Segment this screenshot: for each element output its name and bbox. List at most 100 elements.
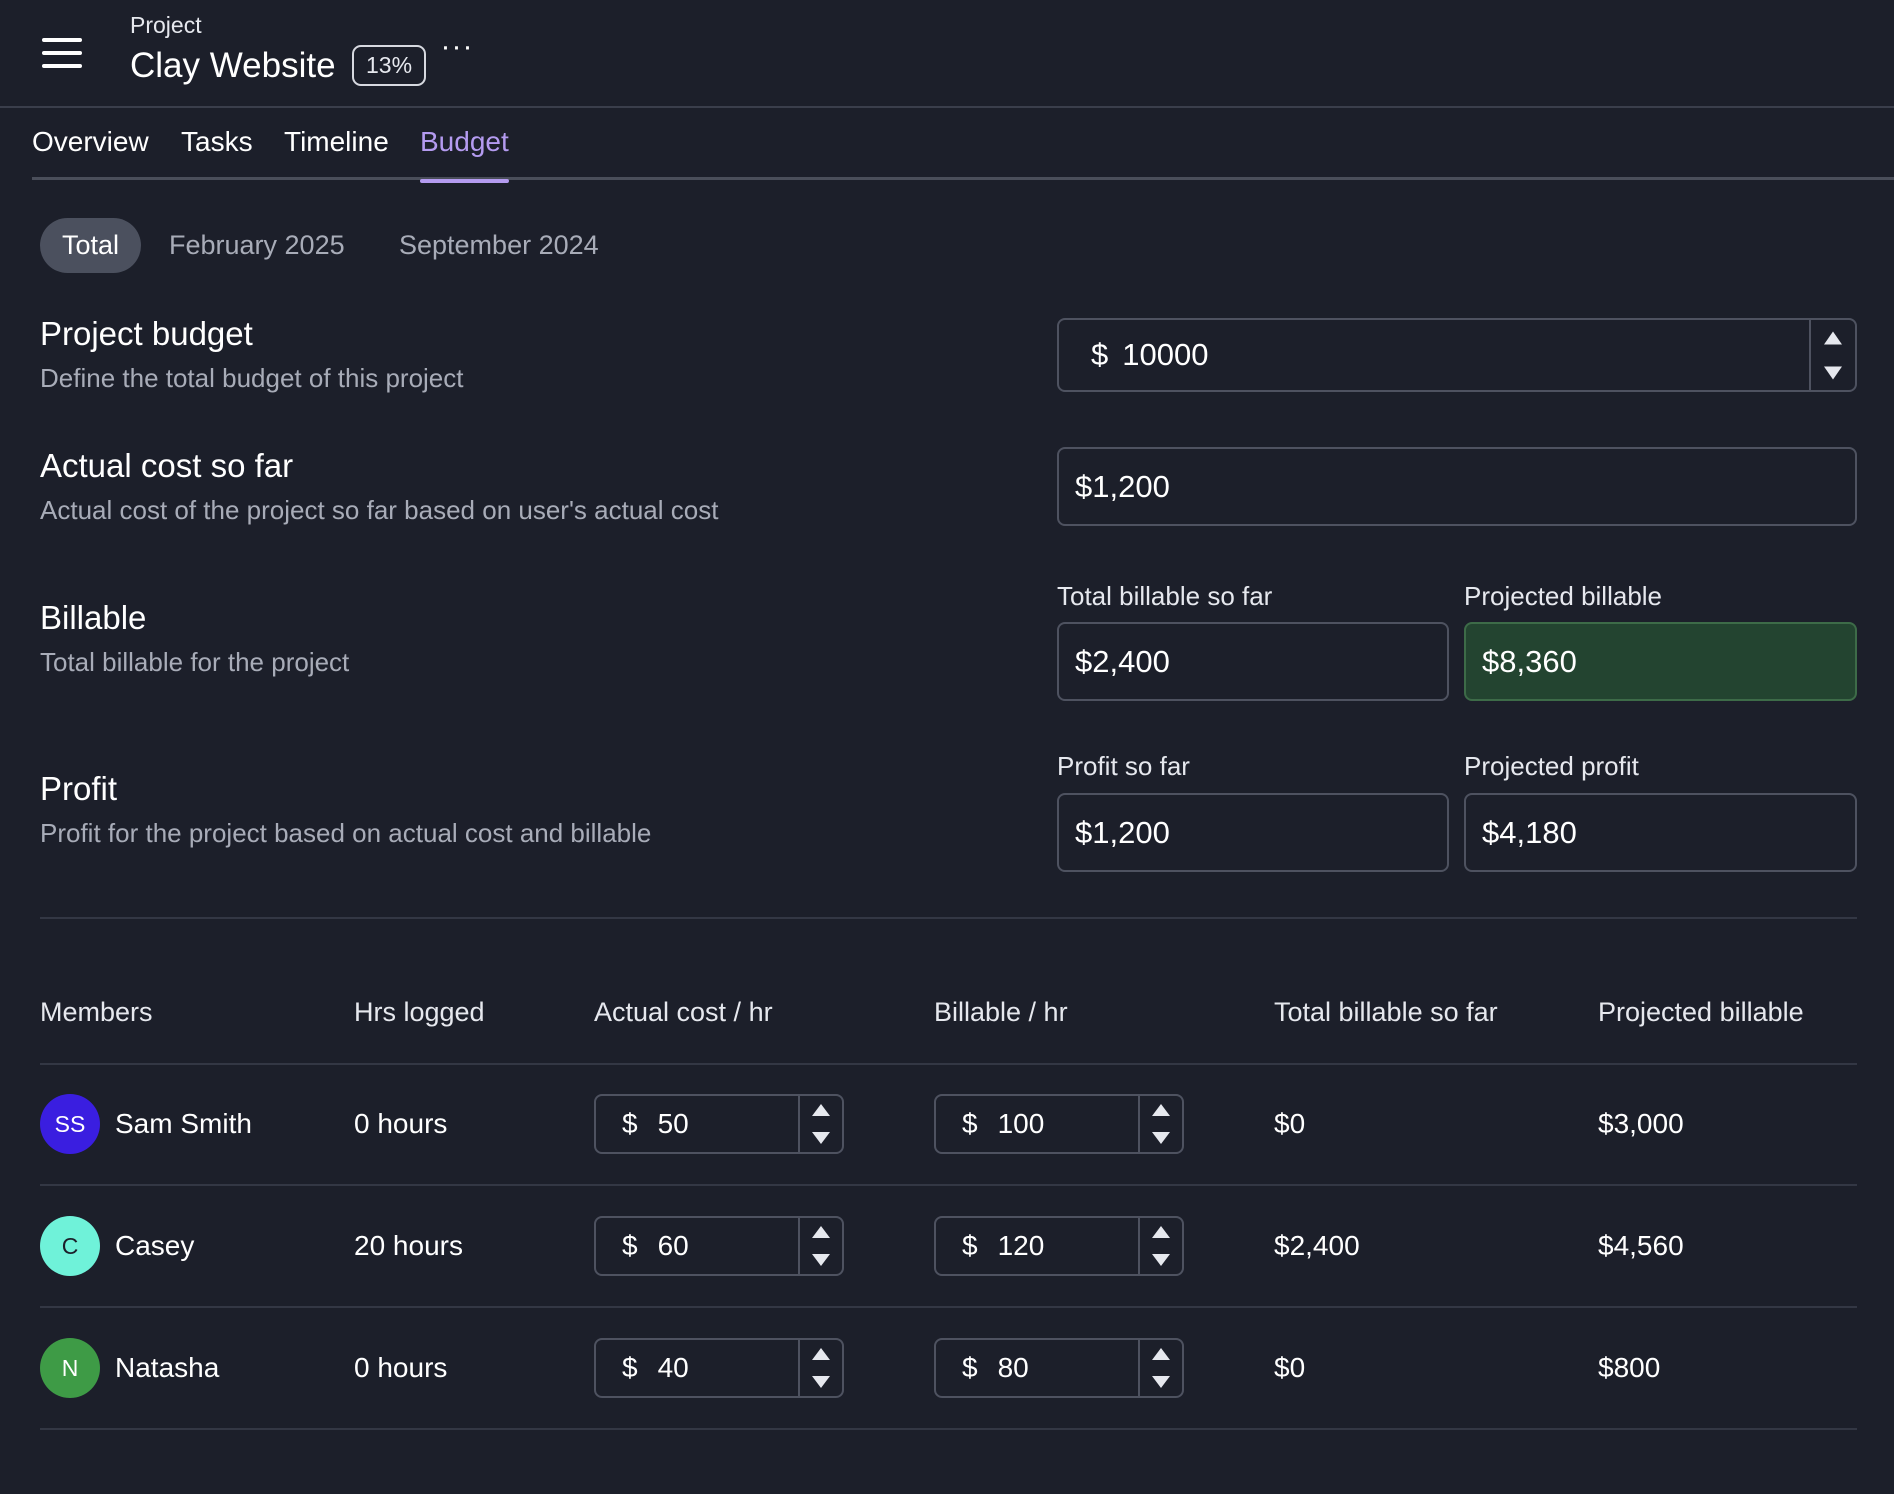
tab-overview[interactable]: Overview bbox=[32, 126, 149, 180]
projected-profit-field: $4,180 bbox=[1464, 793, 1857, 872]
profit-so-far-label: Profit so far bbox=[1057, 751, 1190, 781]
member-name: Natasha bbox=[115, 1352, 220, 1383]
currency-symbol: $ bbox=[622, 1352, 638, 1383]
billable-rate-value: 100 bbox=[997, 1108, 1045, 1139]
arrow-down-icon bbox=[812, 1132, 830, 1144]
increment-button[interactable] bbox=[1140, 1218, 1182, 1246]
decrement-button[interactable] bbox=[1140, 1124, 1182, 1152]
arrow-up-icon bbox=[1152, 1104, 1170, 1116]
more-options-icon[interactable]: ··· bbox=[440, 30, 474, 64]
actual-cost-value: 40 bbox=[657, 1352, 689, 1383]
avatar: C bbox=[40, 1216, 100, 1276]
column-hrs-logged: Hrs logged bbox=[354, 997, 485, 1027]
currency-symbol: $ bbox=[962, 1108, 978, 1139]
profit-description: Profit for the project based on actual c… bbox=[40, 818, 652, 848]
arrow-up-icon bbox=[1152, 1348, 1170, 1360]
actual-cost-value: 60 bbox=[657, 1230, 689, 1261]
project-budget-title: Project budget bbox=[40, 315, 253, 352]
member-hours: 0 hours bbox=[354, 1352, 448, 1383]
column-projected-billable: Projected billable bbox=[1598, 997, 1804, 1027]
column-billable-hr: Billable / hr bbox=[934, 997, 1068, 1027]
actual-cost-stepper bbox=[798, 1340, 842, 1396]
decrement-button[interactable] bbox=[800, 1124, 842, 1152]
increment-button[interactable] bbox=[800, 1096, 842, 1124]
billable-rate-input[interactable]: $ 100 bbox=[934, 1094, 1184, 1154]
actual-cost-stepper bbox=[798, 1096, 842, 1152]
increment-button[interactable] bbox=[800, 1340, 842, 1368]
billable-rate-input[interactable]: $ 120 bbox=[934, 1216, 1184, 1276]
profit-so-far-field: $1,200 bbox=[1057, 793, 1449, 872]
decrement-button[interactable] bbox=[1811, 355, 1855, 390]
tab-timeline[interactable]: Timeline bbox=[284, 126, 389, 180]
billable-rate-value: 80 bbox=[997, 1352, 1029, 1383]
column-actual-cost-hr: Actual cost / hr bbox=[594, 997, 773, 1027]
period-september-2024[interactable]: September 2024 bbox=[399, 218, 599, 273]
arrow-down-icon bbox=[1824, 366, 1842, 379]
billable-title: Billable bbox=[40, 599, 147, 636]
currency-symbol: $ bbox=[962, 1230, 978, 1261]
billable-rate-stepper bbox=[1138, 1340, 1182, 1396]
billable-rate-stepper bbox=[1138, 1096, 1182, 1152]
column-total-billable: Total billable so far bbox=[1274, 997, 1498, 1027]
column-members: Members bbox=[40, 997, 153, 1027]
tab-tasks[interactable]: Tasks bbox=[181, 126, 253, 180]
project-budget-stepper bbox=[1809, 320, 1855, 390]
header-eyebrow: Project bbox=[130, 12, 202, 38]
member-projected-billable: $800 bbox=[1598, 1352, 1661, 1383]
member-hours: 0 hours bbox=[354, 1108, 448, 1139]
member-total-billable: $0 bbox=[1274, 1352, 1306, 1383]
arrow-down-icon bbox=[1152, 1132, 1170, 1144]
avatar: SS bbox=[40, 1094, 100, 1154]
arrow-up-icon bbox=[812, 1348, 830, 1360]
arrow-down-icon bbox=[812, 1376, 830, 1388]
member-hours: 20 hours bbox=[354, 1230, 463, 1261]
member-total-billable: $2,400 bbox=[1274, 1230, 1360, 1261]
total-billable-field: $2,400 bbox=[1057, 622, 1449, 701]
avatar: N bbox=[40, 1338, 100, 1398]
currency-symbol: $ bbox=[622, 1108, 638, 1139]
actual-cost-input[interactable]: $ 60 bbox=[594, 1216, 844, 1276]
billable-rate-value: 120 bbox=[997, 1230, 1045, 1261]
table-row-divider bbox=[40, 1428, 1857, 1430]
budget-page: Project Clay Website 13% ··· Overview Ta… bbox=[0, 0, 1894, 1494]
projected-profit-label: Projected profit bbox=[1464, 751, 1639, 781]
tab-bar: Overview Tasks Timeline Budget bbox=[32, 108, 1894, 183]
actual-cost-input[interactable]: $ 40 bbox=[594, 1338, 844, 1398]
projected-billable-field: $8,360 bbox=[1464, 622, 1857, 701]
billable-description: Total billable for the project bbox=[40, 647, 350, 677]
actual-cost-title: Actual cost so far bbox=[40, 447, 294, 484]
currency-symbol: $ bbox=[1091, 337, 1109, 372]
project-title: Clay Website bbox=[130, 46, 336, 85]
profit-title: Profit bbox=[40, 770, 118, 807]
period-february-2025[interactable]: February 2025 bbox=[169, 218, 345, 273]
arrow-up-icon bbox=[1824, 331, 1842, 344]
billable-rate-stepper bbox=[1138, 1218, 1182, 1274]
period-total[interactable]: Total bbox=[40, 218, 142, 273]
decrement-button[interactable] bbox=[1140, 1246, 1182, 1274]
project-budget-input[interactable]: $ 10000 bbox=[1057, 318, 1857, 392]
increment-button[interactable] bbox=[1140, 1340, 1182, 1368]
decrement-button[interactable] bbox=[1140, 1368, 1182, 1396]
decrement-button[interactable] bbox=[800, 1368, 842, 1396]
increment-button[interactable] bbox=[800, 1218, 842, 1246]
actual-cost-input[interactable]: $ 50 bbox=[594, 1094, 844, 1154]
member-name: Sam Smith bbox=[115, 1108, 252, 1139]
currency-symbol: $ bbox=[622, 1230, 638, 1261]
member-name: Casey bbox=[115, 1230, 195, 1261]
projected-billable-label: Projected billable bbox=[1464, 581, 1663, 611]
actual-cost-value: 50 bbox=[657, 1108, 689, 1139]
project-budget-description: Define the total budget of this project bbox=[40, 363, 464, 393]
total-billable-label: Total billable so far bbox=[1057, 581, 1273, 611]
billable-rate-input[interactable]: $ 80 bbox=[934, 1338, 1184, 1398]
progress-badge: 13% bbox=[352, 45, 427, 86]
table-row-divider bbox=[40, 1184, 1857, 1186]
increment-button[interactable] bbox=[1811, 320, 1855, 355]
menu-icon[interactable] bbox=[42, 38, 82, 68]
decrement-button[interactable] bbox=[800, 1246, 842, 1274]
tab-budget[interactable]: Budget bbox=[420, 126, 509, 183]
member-projected-billable: $3,000 bbox=[1598, 1108, 1684, 1139]
increment-button[interactable] bbox=[1140, 1096, 1182, 1124]
member-projected-billable: $4,560 bbox=[1598, 1230, 1684, 1261]
arrow-down-icon bbox=[1152, 1254, 1170, 1266]
project-header: Project Clay Website 13% ··· bbox=[0, 0, 1894, 108]
